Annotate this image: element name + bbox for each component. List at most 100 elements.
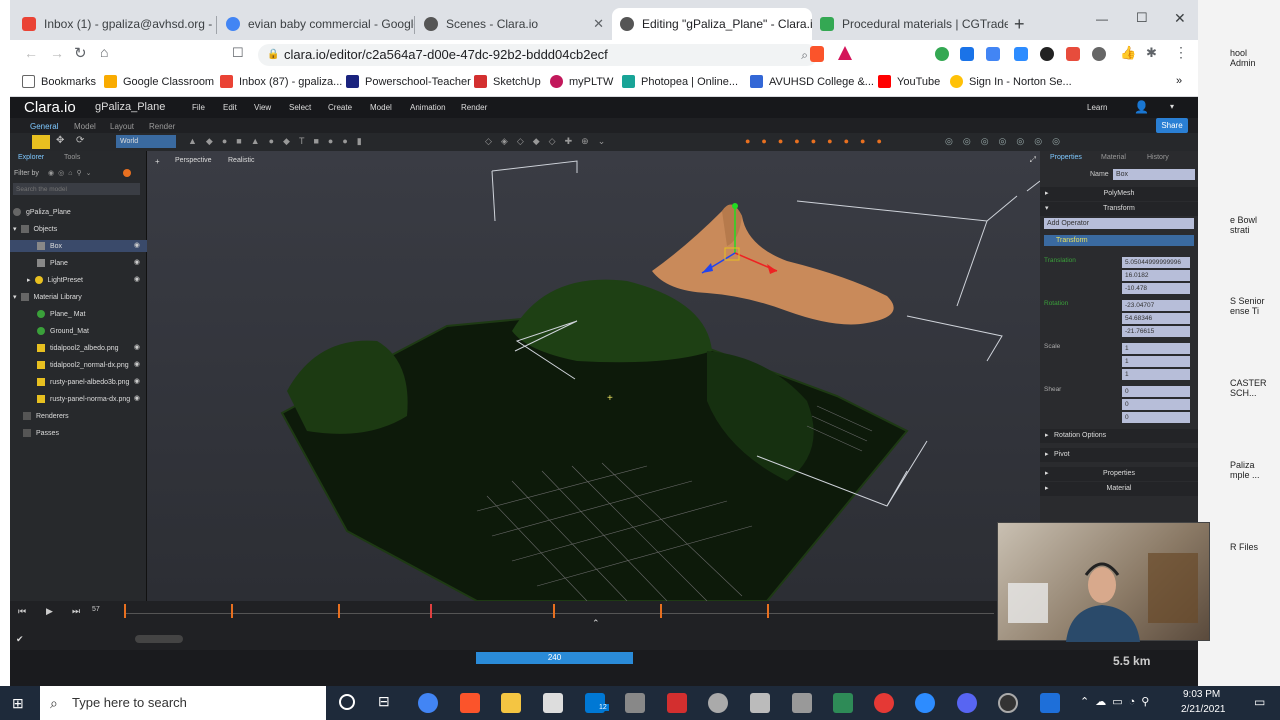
tree-texture[interactable]: tidalpool2_normal-dx.png xyxy=(37,361,129,369)
zoom-extension-icon[interactable] xyxy=(1014,47,1028,61)
timeline-track[interactable] xyxy=(124,613,994,614)
end-frame-bar[interactable]: 240 xyxy=(476,652,633,664)
transform-section[interactable]: ▾ Transform xyxy=(1040,202,1198,216)
address-bar[interactable]: 🔒 clara.io/editor/c2a564a7-d00e-47dc-92b… xyxy=(258,44,818,66)
eye-icon[interactable]: ◉ xyxy=(134,360,140,368)
keyframe[interactable] xyxy=(767,604,769,618)
menu-view[interactable]: View xyxy=(254,103,271,112)
gizmo-y-handle[interactable] xyxy=(732,203,738,209)
learn-menu[interactable]: Learn xyxy=(1087,103,1107,112)
system-tray-icons[interactable]: ⌃☁▭◔⚲ xyxy=(1080,695,1155,708)
minimize-button[interactable]: — xyxy=(1096,12,1108,26)
clara-logo[interactable]: Clara.io xyxy=(24,99,76,116)
chat-icon[interactable] xyxy=(1040,693,1060,713)
play-icon[interactable]: ▶ xyxy=(46,606,53,617)
properties-section[interactable]: ▸ Properties xyxy=(1040,467,1198,481)
browser-tab[interactable]: Procedural materials | CGTrader✕ xyxy=(812,8,1008,40)
scale-y-field[interactable]: 1 xyxy=(1122,356,1190,367)
zoom-icon[interactable] xyxy=(915,693,935,713)
tab-layout[interactable]: Layout xyxy=(110,122,134,131)
desktop-icon-label[interactable]: S Senior ense Ti xyxy=(1230,296,1265,316)
brave-icon[interactable] xyxy=(460,693,480,713)
selected-mesh[interactable] xyxy=(652,204,894,325)
home-icon[interactable]: ⌂ xyxy=(100,44,108,60)
menu-animation[interactable]: Animation xyxy=(410,103,446,112)
3d-viewport[interactable]: + Perspective Realistic ⤢ + xyxy=(147,151,1040,601)
rotation-options-section[interactable]: ▸ Rotation Options xyxy=(1040,429,1198,443)
app-icon[interactable] xyxy=(750,693,770,713)
discord-icon[interactable] xyxy=(957,693,977,713)
tree-texture[interactable]: rusty-panel-albedo3b.png xyxy=(37,378,129,386)
add-operator-select[interactable]: Add Operator xyxy=(1044,218,1194,229)
close-icon[interactable]: ✕ xyxy=(587,16,604,32)
coordinate-space-select[interactable]: World xyxy=(116,135,176,148)
close-window-button[interactable]: ✕ xyxy=(1174,10,1186,27)
app-icon[interactable] xyxy=(792,693,812,713)
eye-icon[interactable]: ◉ xyxy=(134,275,140,283)
shear-y-field[interactable]: 0 xyxy=(1122,399,1190,410)
extension-icon[interactable] xyxy=(1066,47,1080,61)
eye-icon[interactable]: ◉ xyxy=(134,394,140,402)
tree-item-light[interactable]: ▸ LightPreset xyxy=(27,276,83,284)
browser-tab[interactable]: evian baby commercial - Google Searc✕ xyxy=(218,8,414,40)
tree-item-box[interactable]: Box xyxy=(37,242,62,250)
store-icon[interactable] xyxy=(543,693,563,713)
menu-model[interactable]: Model xyxy=(370,103,392,112)
cortana-icon[interactable] xyxy=(339,694,355,710)
bookmark-item[interactable]: Google Classroom xyxy=(104,75,214,88)
tree-texture[interactable]: tidalpool2_albedo.png xyxy=(37,344,119,352)
forward-icon[interactable]: → xyxy=(50,45,64,61)
tree-root[interactable]: gPaliza_Plane xyxy=(13,208,71,216)
app-icon[interactable] xyxy=(708,693,728,713)
extension-icon[interactable] xyxy=(1092,47,1106,61)
bookmark-item[interactable]: myPLTW xyxy=(550,75,613,88)
translation-y-field[interactable]: 16.0182 xyxy=(1122,270,1190,281)
bookmark-item[interactable]: Photopea | Online... xyxy=(622,75,738,88)
bookmark-item[interactable]: Inbox (87) - gpaliza... xyxy=(220,75,342,88)
timeline-mode-toggle[interactable] xyxy=(135,635,183,643)
tab-tools[interactable]: Tools xyxy=(64,154,80,161)
back-icon[interactable]: ← xyxy=(24,45,38,61)
keyframe[interactable] xyxy=(124,604,126,618)
search-input[interactable] xyxy=(13,183,140,195)
chevron-down-icon[interactable]: ▾ xyxy=(1170,102,1174,111)
tree-texture[interactable]: rusty-panel-norma-dx.png xyxy=(37,395,130,403)
taskbar-search[interactable]: ⌕ Type here to search xyxy=(40,686,326,720)
tree-material-library[interactable]: ▾ Material Library xyxy=(13,293,82,301)
render-tools[interactable]: ◎◎◎◎◎◎◎ xyxy=(945,136,1070,147)
bookmark-item[interactable]: Bookmarks xyxy=(22,75,96,88)
rotation-z-field[interactable]: -21.76615 xyxy=(1122,326,1190,337)
task-view-icon[interactable]: ⊟ xyxy=(378,693,390,710)
skip-forward-icon[interactable]: ⏭ xyxy=(72,606,80,617)
tab-explorer[interactable]: Explorer xyxy=(18,154,44,161)
tab-render[interactable]: Render xyxy=(149,122,175,131)
menu-icon[interactable]: ⋮ xyxy=(1174,44,1188,61)
extension-icon[interactable] xyxy=(1040,47,1054,61)
eye-icon[interactable]: ◉ xyxy=(134,377,140,385)
bookmark-item[interactable]: AVUHSD College &... xyxy=(750,75,874,88)
clock-time[interactable]: 9:03 PM xyxy=(1183,689,1220,700)
rewards-icon[interactable] xyxy=(838,46,852,60)
rotation-y-field[interactable]: 54.68346 xyxy=(1122,313,1190,324)
user-icon[interactable]: 👤 xyxy=(1134,100,1149,114)
extension-icon[interactable] xyxy=(935,47,949,61)
check-icon[interactable]: ✔ xyxy=(16,634,24,645)
tree-item-plane[interactable]: Plane xyxy=(37,259,68,267)
eye-icon[interactable]: ◉ xyxy=(134,258,140,266)
playhead[interactable] xyxy=(430,604,432,618)
obs-icon[interactable] xyxy=(998,693,1018,713)
shear-z-field[interactable]: 0 xyxy=(1122,412,1190,423)
calculator-icon[interactable] xyxy=(625,693,645,713)
eye-icon[interactable]: ◉ xyxy=(134,241,140,249)
bookmark-item[interactable]: Sign In - Norton Se... xyxy=(950,75,1072,88)
translation-z-field[interactable]: -10.478 xyxy=(1122,283,1190,294)
browser-tab[interactable]: Inbox (1) - gpaliza@avhsd.org - Antel✕ xyxy=(14,8,214,40)
extension-icon[interactable] xyxy=(986,47,1000,61)
rotation-x-field[interactable]: -23.04707 xyxy=(1122,300,1190,311)
modeling-tools[interactable]: ◇◈◇◆◇✚⊕⌄ xyxy=(485,136,614,147)
notification-icon[interactable]: ▭ xyxy=(1254,695,1265,709)
desktop-icon-label[interactable]: hool Admin xyxy=(1230,48,1256,68)
bookmark-item[interactable]: Powerschool-Teacher xyxy=(346,75,471,88)
maximize-button[interactable]: ☐ xyxy=(1136,10,1148,26)
primitive-tools[interactable]: ▲◆●■▲●◆T■●●▮ xyxy=(188,136,371,147)
